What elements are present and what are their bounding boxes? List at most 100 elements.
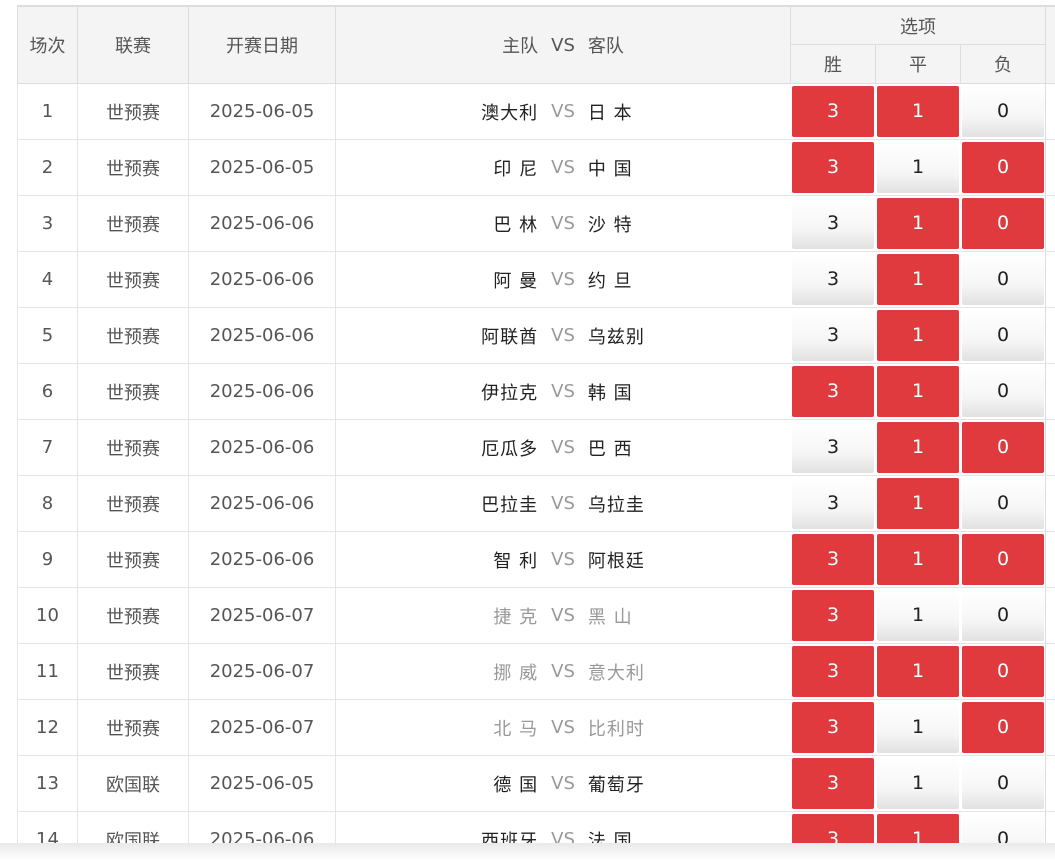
away-team: 比利时 xyxy=(587,718,645,740)
option-draw-button[interactable]: 1 xyxy=(877,86,959,137)
league-name: 世预赛 xyxy=(77,587,189,644)
option-win-button[interactable]: 3 xyxy=(792,142,874,193)
match-number: 2 xyxy=(17,139,78,196)
match-number: 5 xyxy=(17,307,78,364)
option-win-button[interactable]: 3 xyxy=(792,198,874,249)
option-draw-button[interactable]: 1 xyxy=(877,310,959,361)
option-cell-win: 3 xyxy=(790,363,876,420)
option-cell-lose: 0 xyxy=(959,475,1046,532)
option-lose-button[interactable]: 0 xyxy=(962,366,1045,417)
option-win-button[interactable]: 3 xyxy=(792,254,874,305)
option-cell-lose: 0 xyxy=(959,587,1046,644)
option-win-button[interactable]: 3 xyxy=(792,366,874,417)
vs-label: VS xyxy=(551,605,575,626)
table-row: 9 世预赛 2025-06-06 智 利 VS 阿根廷 3 1 0 xyxy=(17,531,1055,588)
match-date: 2025-06-06 xyxy=(188,811,336,844)
match-date: 2025-06-05 xyxy=(188,755,336,812)
option-win-button[interactable]: 3 xyxy=(792,422,874,473)
match-teams: 巴拉圭 VS 乌拉圭 xyxy=(335,475,791,532)
option-lose-button[interactable]: 0 xyxy=(962,478,1045,529)
header-lose: 负 xyxy=(959,44,1047,84)
option-cell-lose: 0 xyxy=(959,531,1046,588)
option-lose-button[interactable]: 0 xyxy=(962,198,1045,249)
option-win-button[interactable]: 3 xyxy=(792,702,874,753)
match-teams: 澳大利 VS 日 本 xyxy=(335,83,791,140)
option-draw-button[interactable]: 1 xyxy=(877,142,959,193)
vs-label: VS xyxy=(551,101,575,122)
option-cell-draw: 1 xyxy=(875,531,961,588)
header-draw: 平 xyxy=(875,44,961,84)
option-cell-lose: 0 xyxy=(959,363,1046,420)
option-lose-button[interactable]: 0 xyxy=(962,646,1045,697)
league-name: 世预赛 xyxy=(77,195,189,252)
match-date: 2025-06-06 xyxy=(188,307,336,364)
match-date: 2025-06-06 xyxy=(188,195,336,252)
option-win-button[interactable]: 3 xyxy=(792,590,874,641)
option-cell-win: 3 xyxy=(790,83,876,140)
table-row: 6 世预赛 2025-06-06 伊拉克 VS 韩 国 310 xyxy=(17,363,1055,420)
option-cell-lose: 0 xyxy=(959,699,1046,756)
option-draw-button[interactable]: 1 xyxy=(877,198,959,249)
vs-label: VS xyxy=(551,493,575,514)
match-teams: 德 国 VS 葡萄牙 xyxy=(335,755,791,812)
option-lose-button[interactable]: 0 xyxy=(962,590,1045,641)
row-extra xyxy=(1045,643,1055,700)
league-name: 世预赛 xyxy=(77,419,189,476)
league-name: 世预赛 xyxy=(77,643,189,700)
option-cell-draw: 1 xyxy=(875,419,961,476)
option-draw-button[interactable]: 1 xyxy=(877,534,959,585)
option-lose-button[interactable]: 0 xyxy=(962,534,1045,585)
vs-label: VS xyxy=(551,661,575,682)
option-lose-button[interactable]: 0 xyxy=(962,758,1045,809)
option-lose-button[interactable]: 0 xyxy=(962,86,1045,137)
option-draw-button[interactable]: 1 xyxy=(877,702,959,753)
option-win-button[interactable]: 3 xyxy=(792,86,874,137)
option-win-button[interactable]: 3 xyxy=(792,310,874,361)
option-draw-button[interactable]: 1 xyxy=(877,422,959,473)
option-draw-button[interactable]: 1 xyxy=(877,478,959,529)
match-number: 9 xyxy=(17,531,78,588)
table-row: 10 世预赛 2025-06-07 捷 克 VS 黑 山310 xyxy=(17,587,1055,644)
option-lose-button[interactable]: 0 xyxy=(962,142,1045,193)
header-win: 胜 xyxy=(790,44,876,84)
row-extra xyxy=(1045,195,1055,252)
table-row: 3 世预赛 2025-06-06 巴 林 VS 沙 特310 xyxy=(17,195,1055,252)
option-lose-button[interactable]: 0 xyxy=(962,702,1045,753)
option-cell-lose: 0 xyxy=(959,755,1046,812)
option-win-button[interactable]: 3 xyxy=(792,646,874,697)
home-team: 印 尼 xyxy=(493,158,539,180)
option-lose-button[interactable]: 0 xyxy=(962,310,1045,361)
option-draw-button[interactable]: 1 xyxy=(877,814,959,844)
header-away: 客队 xyxy=(587,36,624,57)
away-team: 乌拉圭 xyxy=(587,494,645,516)
option-cell-win: 3 xyxy=(790,139,876,196)
option-cell-win: 3 xyxy=(790,419,876,476)
option-win-button[interactable]: 3 xyxy=(792,814,874,844)
option-lose-button[interactable]: 0 xyxy=(962,254,1045,305)
vs-label: VS xyxy=(551,437,575,458)
option-lose-button[interactable]: 0 xyxy=(962,814,1045,844)
option-win-button[interactable]: 3 xyxy=(792,758,874,809)
option-win-button[interactable]: 3 xyxy=(792,534,874,585)
option-draw-button[interactable]: 1 xyxy=(877,646,959,697)
header-home: 主队 xyxy=(502,36,539,57)
league-name: 世预赛 xyxy=(77,475,189,532)
match-number: 11 xyxy=(17,643,78,700)
option-draw-button[interactable]: 1 xyxy=(877,758,959,809)
vs-label: VS xyxy=(551,549,575,570)
home-team: 伊拉克 xyxy=(481,382,539,404)
match-date: 2025-06-07 xyxy=(188,643,336,700)
option-win-button[interactable]: 3 xyxy=(792,478,874,529)
option-cell-lose: 0 xyxy=(959,139,1046,196)
match-number: 7 xyxy=(17,419,78,476)
option-draw-button[interactable]: 1 xyxy=(877,254,959,305)
option-draw-button[interactable]: 1 xyxy=(877,590,959,641)
option-lose-button[interactable]: 0 xyxy=(962,422,1045,473)
option-cell-lose: 0 xyxy=(959,307,1046,364)
home-team: 西班牙 xyxy=(481,830,539,845)
match-number: 14 xyxy=(17,811,78,844)
home-team: 巴 林 xyxy=(493,214,539,236)
table-row: 5 世预赛 2025-06-06 阿联酋 VS 乌兹别 3 1 0 xyxy=(17,307,1055,364)
option-cell-win: 3 xyxy=(790,307,876,364)
option-draw-button[interactable]: 1 xyxy=(877,366,959,417)
